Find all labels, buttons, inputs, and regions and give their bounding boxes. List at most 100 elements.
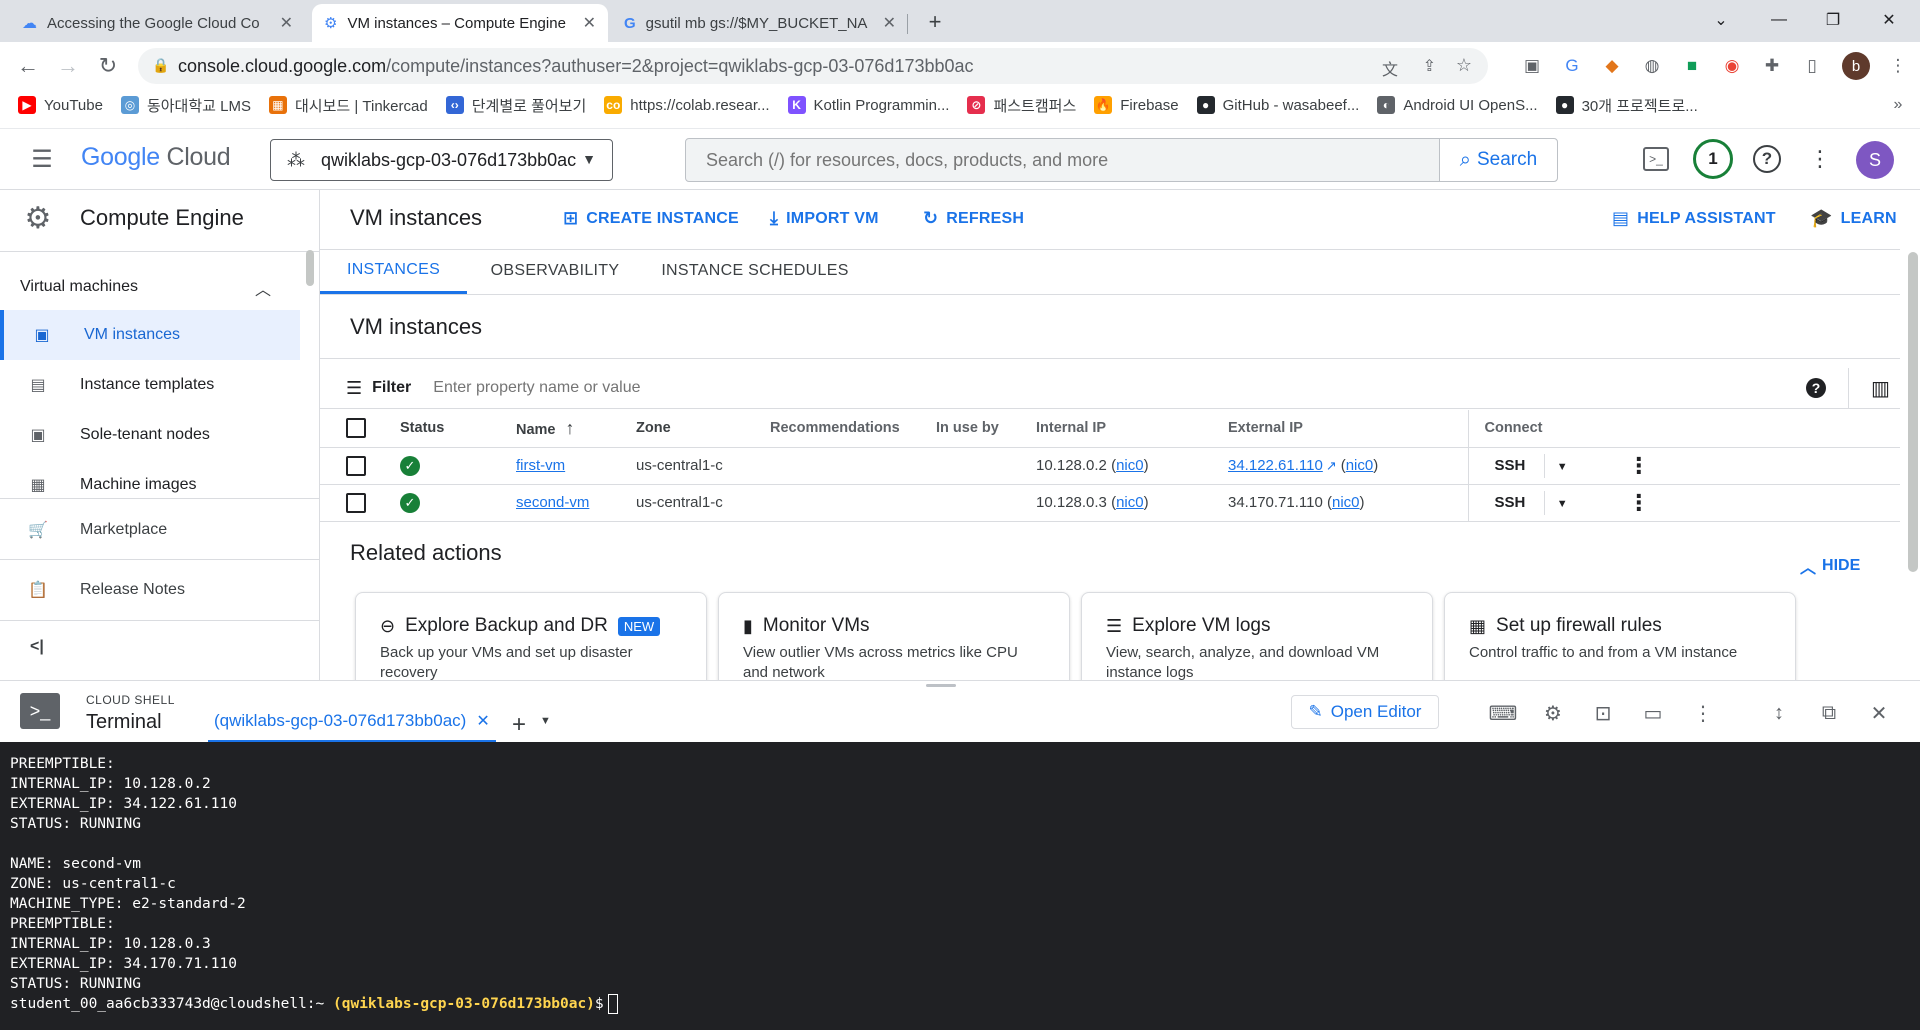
expand-vertical-icon[interactable]: ↕ [1766,700,1792,726]
card-backup-dr[interactable]: ⊖ Explore Backup and DR NEW Back up your V… [355,592,707,680]
bookmark-item[interactable]: K Kotlin Programmin... [787,96,949,114]
column-header-zone[interactable]: Zone [636,410,770,448]
open-editor-button[interactable]: ✎ Open Editor [1291,695,1439,729]
ssh-button[interactable]: SSH [1495,493,1526,510]
ssh-dropdown-arrow-icon[interactable]: ▼ [1557,497,1568,509]
help-icon[interactable]: ? [1806,378,1826,398]
help-icon[interactable]: ? [1753,145,1781,173]
nic-link[interactable]: nic0 [1116,494,1144,511]
minimize-icon[interactable]: — [1756,6,1802,34]
sidebar-item-marketplace[interactable]: 🛒 Marketplace [0,505,300,555]
close-tab-icon[interactable]: ✕ [883,13,896,33]
main-scrollbar[interactable] [1908,252,1918,572]
card-vm-logs[interactable]: ☰ Explore VM logs View, search, analyze, … [1081,592,1433,680]
keyboard-icon[interactable]: ⌨ [1489,700,1518,726]
terminal-output[interactable]: PREEMPTIBLE: INTERNAL_IP: 10.128.0.2 EXTER… [0,742,1920,1030]
address-bar[interactable]: 🔒 console.cloud.google.com/compute/insta… [138,48,1488,84]
tab-instances[interactable]: INSTANCES [320,248,467,294]
add-session-icon[interactable]: + [512,711,526,739]
sidebar-scrollbar[interactable] [306,250,314,286]
metamask-extension-icon[interactable]: ◆ [1600,54,1624,78]
google-cloud-logo[interactable]: Google Cloud [81,143,231,172]
row-checkbox[interactable] [346,492,366,513]
tab-instance-schedules[interactable]: INSTANCE SCHEDULES [660,248,850,294]
bookmark-item[interactable]: ● 30개 프로젝트로... [1555,95,1698,116]
restore-icon[interactable]: ❐ [1810,6,1856,34]
search-button[interactable]: ⌕ Search [1439,139,1557,181]
vm-name-link[interactable]: first-vm [516,457,565,474]
search-input[interactable] [686,139,1446,181]
bookmark-item[interactable]: ◐ Android UI OpenS... [1377,96,1538,114]
bookmark-item[interactable]: ▶ YouTube [18,96,103,114]
ssh-dropdown-arrow-icon[interactable]: ▼ [1557,460,1568,472]
sidebar-item-machine-images[interactable]: ▦ Machine images [0,460,300,510]
bookmark-item[interactable]: ▦ 대시보드 | Tinkercad [268,95,428,116]
more-options-icon[interactable]: ⋮ [1809,145,1831,173]
open-in-new-window-icon[interactable]: ⧉ [1816,700,1842,726]
bookmark-item[interactable]: ◎ 동아대학교 LMS [120,95,251,116]
browser-tab-gsutil[interactable]: G gsutil mb gs://$MY_BUCKET_NA ✕ [612,4,908,42]
row-more-actions-icon[interactable]: ⋮ [1628,453,1650,478]
bookmarks-overflow-icon[interactable]: » [1886,93,1910,117]
chevron-up-icon[interactable]: ︿ [255,276,271,300]
shell-session-tab[interactable]: (qwiklabs-gcp-03-076d173bb0ac) ✕ [208,711,496,743]
browser-tab-vm-instances[interactable]: ⚙ VM instances – Compute Engine ✕ [312,4,608,42]
row-checkbox[interactable] [346,455,366,476]
browser-profile-avatar[interactable]: b [1842,52,1870,80]
globe-extension-icon[interactable]: ◍ [1640,54,1664,78]
learn-button[interactable]: 🎓 LEARN [1810,208,1897,229]
extensions-puzzle-icon[interactable]: ✚ [1760,54,1784,78]
sidebar-item-release-notes[interactable]: 📋 Release Notes [0,565,300,615]
close-tab-icon[interactable]: ✕ [280,13,293,33]
refresh-button[interactable]: ↻ REFRESH [923,208,1024,229]
bookmark-item[interactable]: co https://colab.resear... [604,96,770,114]
bookmark-item[interactable]: ⊘ 패스트캠퍼스 [967,95,1076,116]
row-more-actions-icon[interactable]: ⋮ [1628,490,1650,515]
share-icon[interactable]: ⇪ [1423,56,1436,76]
session-dropdown-icon[interactable]: ▼ [540,715,551,727]
nic-link[interactable]: nic0 [1116,457,1144,474]
forward-arrow-icon[interactable]: → [52,50,84,82]
tab-search-chevron-icon[interactable]: ⌄ [1698,6,1744,34]
hamburger-menu-icon[interactable]: ☰ [28,146,56,173]
bookmark-item[interactable]: 🔥 Firebase [1094,96,1179,114]
external-ip-link[interactable]: 34.122.61.110 [1228,457,1323,474]
section-virtual-machines[interactable]: Virtual machines [20,278,138,296]
card-monitor-vms[interactable]: ▮ Monitor VMs View outlier VMs across met… [718,592,1070,680]
browser-tab-cloud-access[interactable]: ☁ Accessing the Google Cloud Co ✕ [10,4,305,42]
bookmark-item[interactable]: ● GitHub - wasabeef... [1196,96,1359,114]
nic-link[interactable]: nic0 [1346,457,1374,474]
cloud-shell-icon[interactable]: >_ [1643,147,1669,171]
column-header-internal-ip[interactable]: Internal IP [1036,410,1228,448]
open-in-new-icon[interactable]: ↗ [1326,458,1337,473]
close-tab-icon[interactable]: ✕ [583,13,596,33]
create-instance-button[interactable]: ⊞ CREATE INSTANCE [563,208,739,229]
color-extension-icon[interactable]: ■ [1680,54,1704,78]
window-close-icon[interactable]: ✕ [1866,6,1912,34]
notifications-badge[interactable]: 1 [1693,139,1733,179]
web-preview-icon[interactable]: ⊡ [1590,700,1616,726]
column-header-recommendations[interactable]: Recommendations [770,410,936,448]
media-extension-icon[interactable]: ▣ [1520,54,1544,78]
new-tab-button[interactable]: + [920,8,950,36]
side-panel-icon[interactable]: ▯ [1800,54,1824,78]
google-translate-extension-icon[interactable]: G [1560,54,1584,78]
column-header-in-use-by[interactable]: In use by [936,410,1036,448]
bookmark-star-icon[interactable]: ☆ [1456,55,1472,76]
ssh-button[interactable]: SSH [1495,456,1526,473]
collapse-sidebar-icon[interactable]: <| [30,638,44,656]
close-shell-icon[interactable]: ✕ [1866,700,1892,726]
reload-icon[interactable]: ↻ [92,50,124,82]
bookmark-item[interactable]: ‹› 단계별로 풀어보기 [445,95,586,116]
column-display-icon[interactable]: ▥ [1871,376,1890,401]
sort-ascending-icon[interactable]: ↑ [566,418,575,438]
hide-button[interactable]: ︿ HIDE [1800,554,1860,578]
close-session-icon[interactable]: ✕ [476,711,489,731]
tab-observability[interactable]: OBSERVABILITY [480,248,630,294]
shell-more-icon[interactable]: ⋮ [1690,700,1716,726]
minimize-panel-icon[interactable]: ▭ [1640,700,1666,726]
vm-name-link[interactable]: second-vm [516,494,589,511]
sidebar-item-sole-tenant-nodes[interactable]: ▣ Sole-tenant nodes [0,410,300,460]
account-avatar[interactable]: S [1856,141,1894,179]
lastpass-extension-icon[interactable]: ◉ [1720,54,1744,78]
